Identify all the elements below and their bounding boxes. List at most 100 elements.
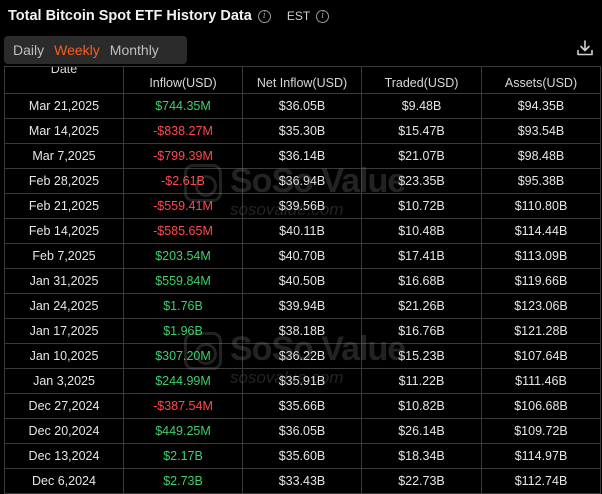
tab-weekly[interactable]: Weekly bbox=[49, 36, 105, 64]
net-inflow-cell: $40.50B bbox=[242, 268, 362, 294]
net-inflow-cell: $35.30B bbox=[242, 118, 362, 144]
info-icon[interactable]: i bbox=[257, 9, 271, 23]
table-row: Jan 3,2025 $244.99M $35.91B $11.22B $111.46B bbox=[4, 368, 601, 394]
inflow-cell: $449.25M bbox=[123, 418, 243, 444]
table-row: Dec 20,2024 $449.25M $36.05B $26.14B $109.72… bbox=[4, 418, 601, 444]
assets-cell: $107.64B bbox=[481, 343, 601, 369]
table-body: Mar 21,2025 $744.35M $36.05B $9.48B $94.35B M… bbox=[4, 93, 601, 494]
net-inflow-cell: $40.70B bbox=[242, 243, 362, 269]
tab-monthly[interactable]: Monthly bbox=[105, 36, 164, 64]
table-row: Feb 14,2025 -$585.65M $40.11B $10.48B $114.4… bbox=[4, 218, 601, 244]
net-inflow-cell: $36.94B bbox=[242, 168, 362, 194]
column-header-inflow[interactable]: Inflow(USD) bbox=[123, 66, 243, 94]
inflow-cell: -$838.27M bbox=[123, 118, 243, 144]
assets-cell: $113.09B bbox=[481, 243, 601, 269]
net-inflow-cell: $40.11B bbox=[242, 218, 362, 244]
inflow-cell: $1.76B bbox=[123, 293, 243, 319]
table-row: Feb 21,2025 -$559.41M $39.56B $10.72B $110.8… bbox=[4, 193, 601, 219]
assets-cell: $114.44B bbox=[481, 218, 601, 244]
net-inflow-cell: $33.43B bbox=[242, 468, 362, 494]
date-cell: Mar 14,2025 bbox=[4, 118, 124, 144]
column-header-traded[interactable]: Traded(USD) bbox=[361, 66, 482, 94]
net-inflow-cell: $39.94B bbox=[242, 293, 362, 319]
inflow-cell: $2.17B bbox=[123, 443, 243, 469]
traded-cell: $18.34B bbox=[361, 443, 482, 469]
timezone-info-icon[interactable]: i bbox=[316, 9, 330, 23]
traded-cell: $16.76B bbox=[361, 318, 482, 344]
traded-cell: $17.41B bbox=[361, 243, 482, 269]
traded-cell: $10.48B bbox=[361, 218, 482, 244]
inflow-cell: -$2.61B bbox=[123, 168, 243, 194]
traded-cell: $10.82B bbox=[361, 393, 482, 419]
net-inflow-cell: $36.05B bbox=[242, 93, 362, 119]
traded-cell: $21.07B bbox=[361, 143, 482, 169]
inflow-cell: $2.73B bbox=[123, 468, 243, 494]
assets-cell: $111.46B bbox=[481, 368, 601, 394]
assets-cell: $119.66B bbox=[481, 268, 601, 294]
table-row: Feb 7,2025 $203.54M $40.70B $17.41B $113.09B bbox=[4, 243, 601, 269]
assets-cell: $121.28B bbox=[481, 318, 601, 344]
inflow-cell: -$559.41M bbox=[123, 193, 243, 219]
inflow-cell: $307.20M bbox=[123, 343, 243, 369]
inflow-cell: $244.99M bbox=[123, 368, 243, 394]
period-tabs: Daily Weekly Monthly bbox=[4, 36, 187, 64]
assets-cell: $93.54B bbox=[481, 118, 601, 144]
traded-cell: $11.22B bbox=[361, 368, 482, 394]
date-cell: Mar 21,2025 bbox=[4, 93, 124, 119]
assets-cell: $110.80B bbox=[481, 193, 601, 219]
date-cell: Feb 28,2025 bbox=[4, 168, 124, 194]
date-cell: Dec 6,2024 bbox=[4, 468, 124, 494]
column-header-assets[interactable]: Assets(USD) bbox=[481, 66, 601, 94]
timezone-label: EST bbox=[286, 9, 311, 23]
date-cell: Mar 7,2025 bbox=[4, 143, 124, 169]
inflow-cell: -$799.39M bbox=[123, 143, 243, 169]
traded-cell: $26.14B bbox=[361, 418, 482, 444]
inflow-cell: $559.84M bbox=[123, 268, 243, 294]
net-inflow-cell: $36.05B bbox=[242, 418, 362, 444]
page-title: Total Bitcoin Spot ETF History Data bbox=[8, 8, 252, 24]
inflow-cell: $1.96B bbox=[123, 318, 243, 344]
table-row: Mar 7,2025 -$799.39M $36.14B $21.07B $98.48B bbox=[4, 143, 601, 169]
assets-cell: $106.68B bbox=[481, 393, 601, 419]
date-cell: Dec 20,2024 bbox=[4, 418, 124, 444]
assets-cell: $123.06B bbox=[481, 293, 601, 319]
traded-cell: $22.73B bbox=[361, 468, 482, 494]
table-row: Dec 13,2024 $2.17B $35.60B $18.34B $114.97B bbox=[4, 443, 601, 469]
etf-history-table: Date Inflow(USD) Net Inflow(USD) Traded(… bbox=[4, 66, 601, 494]
inflow-cell: $203.54M bbox=[123, 243, 243, 269]
table-row: Mar 21,2025 $744.35M $36.05B $9.48B $94.35B bbox=[4, 93, 601, 119]
net-inflow-cell: $35.66B bbox=[242, 393, 362, 419]
column-header-date[interactable]: Date bbox=[4, 66, 124, 94]
date-cell: Feb 21,2025 bbox=[4, 193, 124, 219]
table-row: Jan 17,2025 $1.96B $38.18B $16.76B $121.28B bbox=[4, 318, 601, 344]
table-row: Dec 6,2024 $2.73B $33.43B $22.73B $112.74B bbox=[4, 468, 601, 494]
assets-cell: $114.97B bbox=[481, 443, 601, 469]
traded-cell: $23.35B bbox=[361, 168, 482, 194]
date-cell: Feb 7,2025 bbox=[4, 243, 124, 269]
table-row: Jan 24,2025 $1.76B $39.94B $21.26B $123.06B bbox=[4, 293, 601, 319]
assets-cell: $95.38B bbox=[481, 168, 601, 194]
table-row: Mar 14,2025 -$838.27M $35.30B $15.47B $93.54… bbox=[4, 118, 601, 144]
table-row: Jan 31,2025 $559.84M $40.50B $16.68B $119.66… bbox=[4, 268, 601, 294]
net-inflow-cell: $35.91B bbox=[242, 368, 362, 394]
table-row: Jan 10,2025 $307.20M $36.22B $15.23B $107.64… bbox=[4, 343, 601, 369]
tab-daily[interactable]: Daily bbox=[4, 36, 49, 64]
date-cell: Jan 3,2025 bbox=[4, 368, 124, 394]
traded-cell: $9.48B bbox=[361, 93, 482, 119]
inflow-cell: -$387.54M bbox=[123, 393, 243, 419]
column-header-net-inflow[interactable]: Net Inflow(USD) bbox=[242, 66, 362, 94]
net-inflow-cell: $35.60B bbox=[242, 443, 362, 469]
assets-cell: $109.72B bbox=[481, 418, 601, 444]
download-icon[interactable] bbox=[576, 39, 594, 57]
traded-cell: $10.72B bbox=[361, 193, 482, 219]
net-inflow-cell: $38.18B bbox=[242, 318, 362, 344]
date-cell: Jan 24,2025 bbox=[4, 293, 124, 319]
date-cell: Dec 13,2024 bbox=[4, 443, 124, 469]
traded-cell: $21.26B bbox=[361, 293, 482, 319]
date-cell: Dec 27,2024 bbox=[4, 393, 124, 419]
date-cell: Feb 14,2025 bbox=[4, 218, 124, 244]
date-cell: Jan 31,2025 bbox=[4, 268, 124, 294]
assets-cell: $98.48B bbox=[481, 143, 601, 169]
inflow-cell: $744.35M bbox=[123, 93, 243, 119]
assets-cell: $112.74B bbox=[481, 468, 601, 494]
